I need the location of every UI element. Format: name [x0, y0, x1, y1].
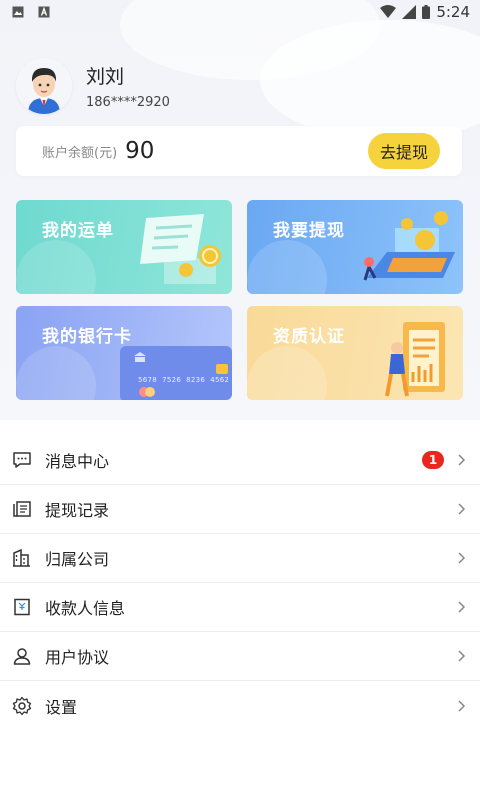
balance-card: 账户余额(元) 90 去提现 — [16, 126, 462, 176]
card-title: 我的运单 — [42, 221, 114, 241]
menu-list: 消息中心 1 提现记录 归属公司 收款人信息 用户协议 设置 — [0, 436, 480, 730]
menu-item-settings[interactable]: 设置 — [0, 681, 480, 730]
menu-label: 用户协议 — [45, 648, 110, 667]
status-time: 5:24 — [436, 3, 470, 21]
user-phone: 186****2920 — [86, 95, 170, 110]
bank-card-number: 5678 7526 8236 4562 — [138, 376, 230, 384]
menu-item-messages[interactable]: 消息中心 1 — [0, 436, 480, 485]
avatar[interactable] — [16, 58, 72, 114]
waybill-illustration — [16, 214, 221, 294]
gear-icon — [12, 696, 32, 716]
chevron-right-icon — [458, 454, 466, 466]
image-icon — [12, 6, 24, 18]
chevron-right-icon — [458, 601, 466, 613]
record-icon — [12, 499, 32, 519]
menu-label: 消息中心 — [45, 452, 110, 471]
avatar-illustration — [16, 58, 72, 114]
card-my-waybill[interactable]: 我的运单 — [16, 200, 232, 294]
user-icon — [12, 646, 32, 666]
wifi-icon — [380, 5, 397, 18]
card-withdraw[interactable]: 我要提现 — [247, 200, 463, 294]
qualification-illustration — [247, 322, 445, 400]
card-qualification[interactable]: 资质认证 — [247, 306, 463, 400]
message-icon — [12, 450, 32, 470]
bank-card-illustration — [16, 346, 232, 400]
card-title: 我的银行卡 — [42, 327, 132, 347]
withdraw-illustration — [247, 211, 455, 294]
withdraw-button[interactable]: 去提现 — [368, 133, 440, 169]
menu-label: 收款人信息 — [45, 599, 126, 618]
building-icon — [12, 548, 32, 568]
card-title: 我要提现 — [273, 221, 345, 241]
user-name: 刘刘 — [86, 66, 125, 88]
message-count-badge: 1 — [422, 451, 444, 469]
menu-label: 提现记录 — [45, 501, 110, 520]
receipt-icon — [12, 597, 32, 617]
menu-item-withdraw-records[interactable]: 提现记录 — [0, 485, 480, 534]
menu-item-payee-info[interactable]: 收款人信息 — [0, 583, 480, 632]
card-title: 资质认证 — [273, 327, 345, 347]
status-bar: 5:24 — [0, 0, 480, 24]
balance-label: 账户余额(元) — [42, 145, 118, 161]
menu-label: 设置 — [45, 697, 78, 717]
chevron-right-icon — [458, 650, 466, 662]
signal-icon — [402, 5, 417, 19]
chevron-right-icon — [458, 552, 466, 564]
chevron-right-icon — [458, 503, 466, 515]
card-bank-card[interactable]: 我的银行卡 5678 7526 8236 4562 — [16, 306, 232, 400]
menu-item-user-agreement[interactable]: 用户协议 — [0, 632, 480, 681]
menu-item-company[interactable]: 归属公司 — [0, 534, 480, 583]
chevron-right-icon — [458, 699, 466, 712]
balance-value: 90 — [125, 138, 155, 164]
text-icon — [38, 6, 50, 18]
profile-section[interactable]: 刘刘 186****2920 — [16, 58, 170, 114]
battery-icon — [422, 5, 431, 19]
menu-label: 归属公司 — [45, 550, 110, 569]
